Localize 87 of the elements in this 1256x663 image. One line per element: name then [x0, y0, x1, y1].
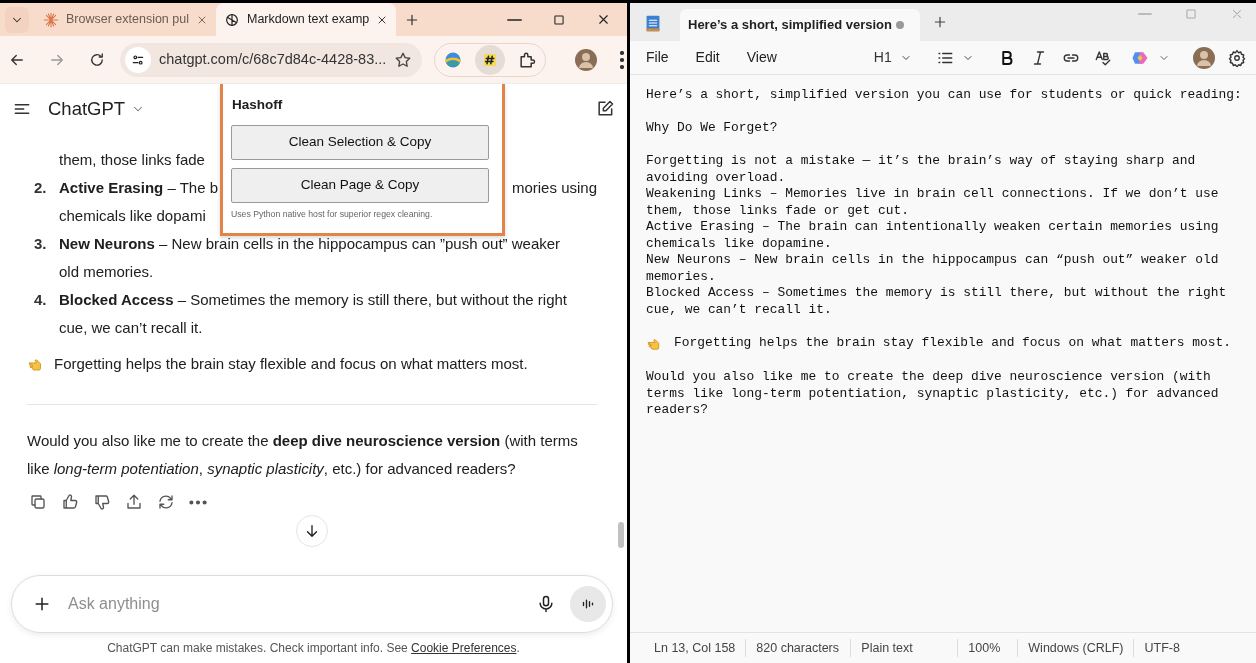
maximize-button[interactable] — [552, 12, 566, 27]
sunburst-icon — [43, 11, 59, 28]
heading-dropdown[interactable]: H1 — [873, 47, 912, 68]
document-tab[interactable]: Here’s a short, simplified version — [680, 9, 920, 41]
spellcheck-icon — [1093, 48, 1112, 67]
maximize-icon — [1184, 7, 1198, 21]
list-number: 3. — [33, 233, 48, 254]
knot-icon — [224, 11, 240, 28]
editor-line: Here’s a short, simplified version you can use for students or quick reading: — [646, 87, 1243, 104]
browser-tab[interactable]: Markdown text examp — [216, 3, 397, 36]
settings-button[interactable] — [1228, 48, 1246, 67]
editor-line: Would you also like me to create the deep dive neuroscience version (with terms like long-term potentiation, synaptic plasticity, etc.) for advanced readers? — [646, 369, 1220, 419]
menu-item[interactable]: File — [646, 47, 669, 68]
menu-item[interactable]: Edit — [695, 47, 720, 68]
menu-item[interactable]: View — [746, 47, 777, 68]
chat-text: chemicals like dopami — [59, 205, 206, 226]
more-actions-icon — [189, 499, 207, 505]
editor-line: Blocked Access – Sometimes the memory is still there, but without the right cue, we can’t recall it. — [646, 285, 1228, 318]
thumbs-up-icon — [61, 493, 79, 511]
chat-text: Blocked Access – Sometimes the memory is still there, but without the right — [59, 289, 567, 310]
microphone-button[interactable] — [536, 594, 556, 614]
copy-icon — [29, 493, 47, 511]
editor-line: Why Do We Forget? — [646, 120, 779, 137]
status-item: Windows (CRLF) — [1018, 638, 1135, 658]
editor-line: Forgetting helps the brain stay flexible and focus on what matters most. — [674, 335, 1231, 352]
more-menu-button[interactable] — [620, 50, 625, 69]
chat-text: New Neurons – New brain cells in the hippocampus can ”push out” weaker — [59, 233, 561, 254]
thumbs-down-button[interactable] — [93, 493, 111, 511]
microphone-icon — [536, 594, 556, 614]
popup-button[interactable]: Clean Page & Copy — [231, 168, 489, 203]
new-tab-icon — [932, 14, 948, 30]
disclaimer-text: . — [516, 641, 520, 655]
editor-line: Forgetting is not a mistake — it’s the brain’s way of staying sharp and avoiding overload. — [646, 153, 1197, 186]
close-icon — [596, 12, 611, 27]
status-item: 100% — [958, 638, 1019, 658]
status-item: 820 characters — [746, 638, 852, 658]
more-actions-button[interactable] — [189, 499, 207, 505]
spellcheck-button[interactable] — [1093, 48, 1112, 67]
copy-button[interactable] — [29, 493, 47, 511]
popup-button[interactable]: Clean Selection & Copy — [231, 125, 489, 160]
editor-line: New Neurons – New brain cells in the hippocampus can “push out” weaker old memories. — [646, 252, 1220, 285]
new-tab-button[interactable] — [932, 14, 948, 30]
thumbs-up-button[interactable] — [61, 493, 79, 511]
status-item: UTF-8 — [1143, 639, 1181, 657]
chat-text: mories using — [511, 177, 597, 198]
minimize-icon — [507, 18, 522, 21]
regenerate-icon — [157, 493, 175, 511]
disclaimer-text: ChatGPT can make mistakes. Check important info. See — [107, 641, 409, 655]
chat-text: old memories. — [59, 261, 154, 282]
list-number: 2. — [33, 177, 48, 198]
popup-title: Hashoff — [231, 96, 284, 114]
share-button[interactable] — [125, 493, 143, 511]
browser-tab[interactable]: Browser extension pul — [35, 3, 216, 36]
regenerate-button[interactable] — [157, 493, 175, 511]
new-chat-icon — [595, 99, 615, 119]
thumbs-down-icon — [93, 493, 111, 511]
editor-line: Active Erasing – The brain can intentionally weaken certain memories using chemicals like dopamine. — [646, 219, 1220, 252]
address-bar[interactable]: chatgpt.com/c/68c7d84c-4428-83... — [120, 42, 423, 77]
minimize-button[interactable] — [507, 18, 522, 21]
reload-button[interactable] — [88, 50, 106, 69]
chat-text: cue, we can’t recall it. — [59, 317, 203, 338]
maximize-icon — [552, 12, 566, 27]
bookmark-star-icon[interactable] — [394, 50, 413, 69]
scrollbar-thumb[interactable] — [618, 522, 624, 548]
status-item: Ln 13, Col 158 — [644, 638, 747, 658]
popup-note: Uses Python native host for superior regex cleaning. — [230, 208, 434, 221]
profile-avatar[interactable] — [574, 47, 599, 72]
chat-text: like long-term potentiation, synaptic plasticity, etc.) for advanced readers? — [27, 458, 516, 479]
editor-line: Weakening Links – Memories live in brain cell connections. If we don’t use them, those links fade or get cut. — [646, 186, 1220, 219]
model-selector[interactable]: ChatGPT — [48, 95, 146, 123]
status-item: Plain text — [851, 638, 959, 658]
share-icon — [125, 493, 143, 511]
new-chat-button[interactable] — [595, 99, 615, 119]
scroll-down-button[interactable] — [296, 515, 328, 547]
list-number: 4. — [33, 289, 48, 310]
more-menu-icon — [620, 50, 625, 69]
close-button[interactable] — [596, 12, 611, 27]
chat-text: Active Erasing – The b — [59, 177, 218, 198]
reload-icon — [88, 50, 106, 69]
chat-text: Would you also like me to create the deep dive neuroscience version (with terms — [27, 430, 578, 451]
profile-avatar[interactable] — [1192, 45, 1216, 70]
minimize-icon — [1138, 13, 1152, 15]
message-input[interactable]: Ask anything — [66, 591, 522, 617]
settings-icon — [1228, 48, 1246, 67]
chat-text: them, those links fade — [59, 149, 205, 170]
chat-text: Forgetting helps the brain stay flexible and focus on what matters most. — [54, 353, 528, 374]
close-icon — [1230, 7, 1244, 21]
